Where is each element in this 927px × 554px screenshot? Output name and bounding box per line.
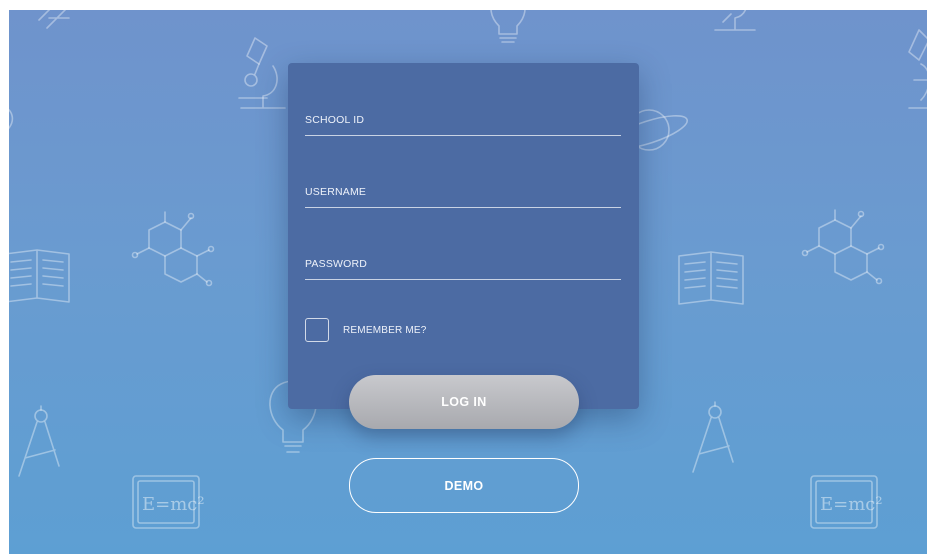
remember-me-checkbox[interactable]: [305, 318, 329, 342]
book-icon: [9, 249, 70, 303]
formula-board-icon: E=mc²: [810, 475, 883, 529]
formula-board-icon: E=mc²: [132, 475, 205, 529]
login-button-label: LOG IN: [441, 395, 487, 409]
planet-icon: [9, 108, 14, 129]
lightbulb-icon: [490, 10, 526, 43]
microscope-icon: [714, 10, 756, 31]
remember-me-label: REMEMBER ME?: [343, 324, 427, 336]
demo-button[interactable]: DEMO: [349, 458, 579, 513]
password-label: PASSWORD: [305, 258, 368, 270]
login-screen-background: E=mc² E=mc² SCHOOL ID USERNAME PASSWORD …: [9, 10, 927, 554]
compass-icon: [692, 401, 734, 473]
demo-button-label: DEMO: [444, 478, 484, 493]
remember-me-row[interactable]: REMEMBER ME?: [305, 316, 427, 344]
molecule-icon: [131, 211, 215, 287]
microscope-icon: [908, 29, 927, 109]
username-label: USERNAME: [305, 186, 367, 198]
svg-text:E=mc²: E=mc²: [820, 494, 883, 515]
molecule-icon: [801, 209, 885, 285]
svg-text:E=mc²: E=mc²: [142, 494, 205, 515]
login-card: SCHOOL ID USERNAME PASSWORD REMEMBER ME?: [288, 63, 639, 409]
compass-icon: [18, 405, 60, 477]
school-id-field[interactable]: SCHOOL ID: [305, 99, 621, 136]
microscope-icon: [238, 37, 286, 109]
book-icon: [678, 251, 744, 305]
username-field[interactable]: USERNAME: [305, 171, 621, 208]
school-id-label: SCHOOL ID: [305, 114, 365, 126]
password-field[interactable]: PASSWORD: [305, 243, 621, 280]
login-button[interactable]: LOG IN: [349, 375, 579, 429]
microscope-icon: [38, 10, 70, 29]
